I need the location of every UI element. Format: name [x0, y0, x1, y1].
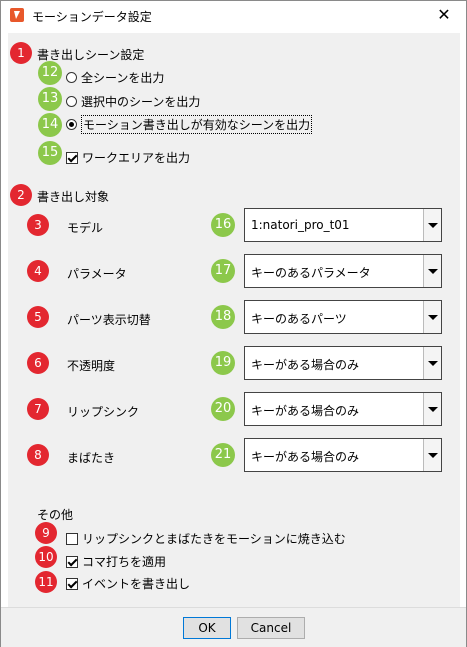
select-value: キーのあるパラメータ — [251, 266, 371, 280]
select-value: キーがある場合のみ — [251, 404, 360, 418]
radio-all-scenes[interactable]: 全シーンを出力 — [66, 69, 164, 86]
ok-button[interactable]: OK — [183, 617, 231, 639]
annotation-badge: 11 — [35, 571, 57, 593]
radio-label: 全シーンを出力 — [81, 71, 165, 85]
annotation-badge: 1 — [10, 42, 32, 64]
checkbox-label: ワークエリアを出力 — [82, 151, 191, 165]
select-value: キーのあるパーツ — [251, 312, 347, 326]
annotation-badge: 16 — [211, 213, 235, 237]
target-label-model: モデル — [67, 221, 104, 235]
annotation-badge: 19 — [211, 351, 235, 375]
dropdown-arrow-icon[interactable] — [423, 393, 441, 425]
radio-enabled-scenes[interactable]: モーション書き出しが有効なシーンを出力 — [66, 115, 313, 134]
select-value: キーがある場合のみ — [251, 450, 360, 464]
annotation-badge: 17 — [211, 259, 235, 283]
checkbox[interactable] — [66, 577, 78, 590]
annotation-badge: 15 — [38, 141, 62, 165]
annotation-badge: 10 — [35, 546, 57, 568]
app-icon — [10, 8, 24, 22]
annotation-badge: 21 — [211, 443, 235, 467]
opacity-select[interactable]: キーがある場合のみ — [244, 346, 442, 380]
checkbox[interactable] — [66, 151, 78, 164]
lipsync-select[interactable]: キーがある場合のみ — [244, 392, 442, 426]
annotation-badge: 20 — [211, 397, 235, 421]
other-heading: その他 — [37, 508, 74, 522]
checkbox[interactable] — [66, 555, 78, 568]
checkbox-label: リップシンクとまばたきをモーションに焼き込む — [82, 532, 346, 546]
radio-button-selected[interactable] — [66, 119, 77, 130]
blink-select[interactable]: キーがある場合のみ — [244, 438, 442, 472]
annotation-badge: 7 — [27, 398, 49, 420]
annotation-badge: 12 — [38, 61, 62, 85]
events-checkbox[interactable]: イベントを書き出し — [66, 575, 190, 592]
dropdown-arrow-icon[interactable] — [423, 255, 441, 287]
window-title: モーションデータ設定 — [32, 10, 152, 24]
radio-selected-scene[interactable]: 選択中のシーンを出力 — [66, 93, 200, 110]
target-label-blink: まばたき — [67, 451, 116, 465]
parts-select[interactable]: キーのあるパーツ — [244, 300, 442, 334]
select-value: 1:natori_pro_t01 — [251, 218, 350, 232]
cancel-button[interactable]: Cancel — [237, 617, 305, 639]
parameter-select[interactable]: キーのあるパラメータ — [244, 254, 442, 288]
dropdown-arrow-icon[interactable] — [423, 347, 441, 379]
dropdown-arrow-icon[interactable] — [423, 439, 441, 471]
annotation-badge: 9 — [35, 522, 57, 544]
annotation-badge: 13 — [38, 87, 62, 111]
annotation-badge: 8 — [27, 444, 49, 466]
model-select[interactable]: 1:natori_pro_t01 — [244, 208, 442, 242]
frame-step-checkbox[interactable]: コマ打ちを適用 — [66, 553, 166, 570]
work-area-checkbox[interactable]: ワークエリアを出力 — [66, 149, 190, 166]
bake-checkbox[interactable]: リップシンクとまばたきをモーションに焼き込む — [66, 530, 346, 547]
target-label-lipsync: リップシンク — [67, 405, 140, 419]
export-target-heading: 書き出し対象 — [37, 190, 110, 204]
dialog-window: モーションデータ設定 ✕ 書き出しシーン設定 全シーンを出力 選択中のシーンを出… — [0, 0, 467, 647]
target-label-opacity: 不透明度 — [67, 359, 116, 373]
annotation-badge: 14 — [38, 113, 62, 137]
target-label-parameter: パラメータ — [67, 267, 127, 281]
button-bar — [1, 607, 466, 647]
dropdown-arrow-icon[interactable] — [423, 209, 441, 241]
checkbox-label: イベントを書き出し — [82, 577, 191, 591]
checkbox-label: コマ打ちを適用 — [82, 555, 167, 569]
annotation-badge: 5 — [27, 306, 49, 328]
select-value: キーがある場合のみ — [251, 358, 360, 372]
annotation-badge: 3 — [27, 214, 49, 236]
annotation-badge: 18 — [211, 305, 235, 329]
dropdown-arrow-icon[interactable] — [423, 301, 441, 333]
annotation-badge: 2 — [10, 184, 32, 206]
close-icon[interactable]: ✕ — [431, 4, 457, 26]
annotation-badge: 4 — [27, 260, 49, 282]
checkbox[interactable] — [66, 532, 78, 545]
target-label-parts: パーツ表示切替 — [67, 313, 151, 327]
annotation-badge: 6 — [27, 352, 49, 374]
radio-label: モーション書き出しが有効なシーンを出力 — [81, 115, 313, 134]
radio-label: 選択中のシーンを出力 — [81, 95, 201, 109]
title-bar: モーションデータ設定 ✕ — [1, 1, 466, 31]
radio-button[interactable] — [66, 96, 77, 107]
radio-button[interactable] — [66, 72, 77, 83]
